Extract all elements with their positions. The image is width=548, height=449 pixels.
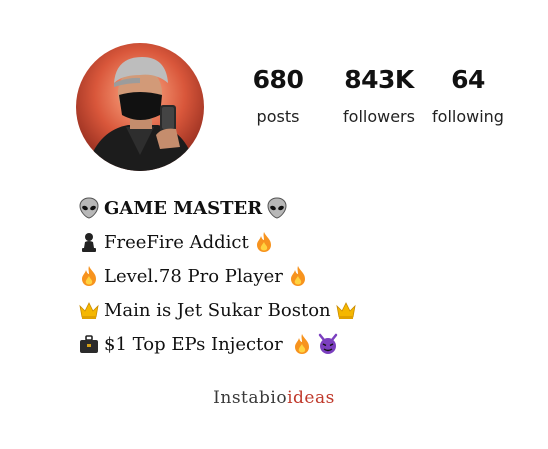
bio-line-level: Level.78 Pro Player	[76, 259, 359, 293]
chess-pawn-icon	[78, 231, 100, 253]
followers-stat[interactable]: 843K followers	[332, 66, 426, 127]
bio-line-main: Main is Jet Sukar Boston	[76, 293, 359, 327]
alien-icon	[78, 197, 100, 219]
followers-label: followers	[343, 107, 415, 126]
bio-title-text: GAME MASTER	[104, 197, 263, 219]
bio-line-injector-text: $1 Top EPs Injector	[104, 333, 283, 355]
purple-devil-icon	[317, 333, 339, 355]
crown-icon	[78, 299, 100, 321]
profile-avatar[interactable]	[76, 43, 204, 171]
fire-icon	[291, 333, 313, 355]
briefcase-icon	[78, 333, 100, 355]
bio-line-freefire: FreeFire Addict	[76, 225, 359, 259]
posts-label: posts	[256, 107, 300, 126]
fire-icon	[78, 265, 100, 287]
bio-line-main-text: Main is Jet Sukar Boston	[104, 299, 331, 321]
bio-line-injector: $1 Top EPs Injector	[76, 327, 359, 361]
following-count: 64	[451, 65, 485, 94]
following-stat[interactable]: 64 following	[431, 66, 505, 127]
fire-icon	[287, 265, 309, 287]
bio-title-line: GAME MASTER	[76, 191, 359, 225]
watermark-part2: ideas	[287, 388, 335, 408]
watermark: Instabioideas	[0, 388, 548, 408]
fire-icon	[253, 231, 275, 253]
alien-icon	[266, 197, 288, 219]
posts-stat[interactable]: 680 posts	[247, 66, 309, 127]
followers-count: 843K	[344, 65, 414, 94]
profile-bio: GAME MASTER FreeFire Addict Level.78 Pro…	[76, 191, 359, 361]
bio-line-level-text: Level.78 Pro Player	[104, 265, 283, 287]
following-label: following	[432, 107, 504, 126]
posts-count: 680	[252, 65, 304, 94]
crown-icon	[335, 299, 357, 321]
avatar-image	[76, 43, 204, 171]
watermark-part1: Instabio	[213, 388, 288, 408]
bio-line-freefire-text: FreeFire Addict	[104, 231, 249, 253]
